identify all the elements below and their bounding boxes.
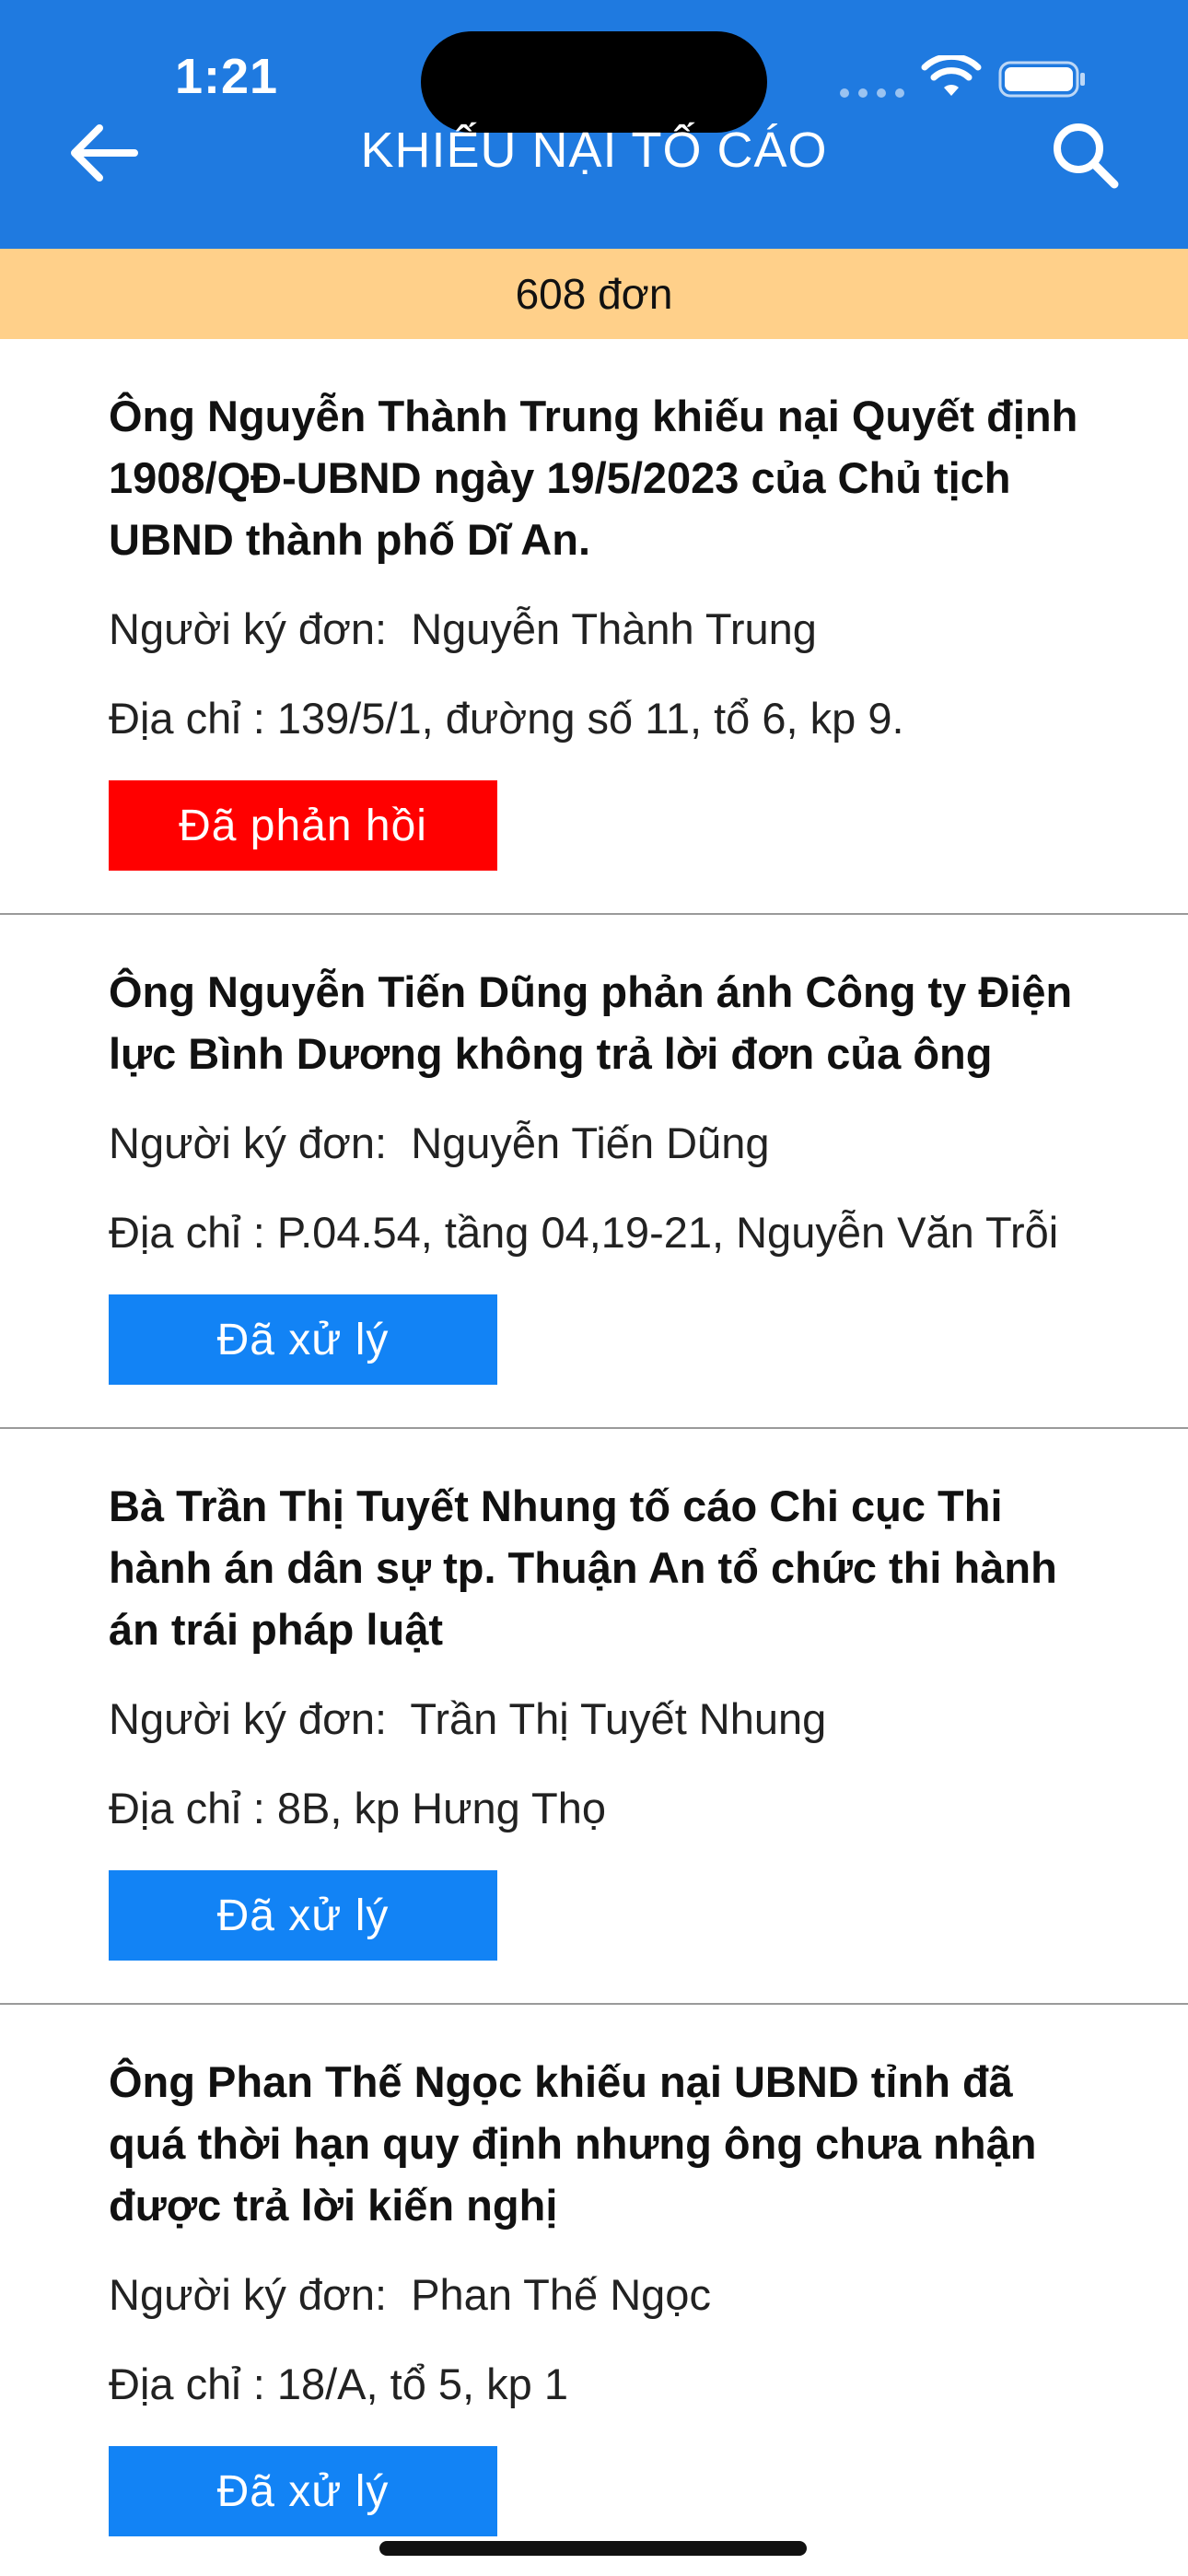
screen: 1:21 KHIẾU NẠI TỐ CÁO 608 đơn Ông Nguyễn… (0, 0, 1188, 2576)
record-count-bar: 608 đơn (0, 249, 1188, 339)
signer-text: Người ký đơn: Nguyễn Thành Trung (109, 604, 817, 653)
complaint-title: Bà Trần Thị Tuyết Nhung tố cáo Chi cục T… (109, 1481, 1057, 1654)
signer-text: Người ký đơn: Trần Thị Tuyết Nhung (109, 1694, 827, 1743)
status-badge-processed[interactable]: Đã xử lý (109, 2446, 497, 2536)
list-item[interactable]: Ông Nguyễn Tiến Dũng phản ánh Công ty Đi… (0, 915, 1188, 1429)
status-badge-processed[interactable]: Đã xử lý (109, 1870, 497, 1961)
complaint-title: Ông Nguyễn Tiến Dũng phản ánh Công ty Đi… (109, 967, 1073, 1078)
address-text: Địa chỉ : 139/5/1, đường số 11, tổ 6, kp… (109, 694, 904, 743)
search-button[interactable] (1041, 111, 1129, 199)
battery-icon (998, 61, 1085, 98)
address-text: Địa chỉ : 18/A, tổ 5, kp 1 (109, 2359, 568, 2408)
complaint-title: Ông Nguyễn Thành Trung khiếu nại Quyết đ… (109, 392, 1078, 564)
dynamic-island (421, 31, 767, 133)
list-item[interactable]: Ông Phan Thế Ngọc khiếu nại UBND tỉnh đã… (0, 2005, 1188, 2576)
signer-text: Người ký đơn: Phan Thế Ngọc (109, 2270, 711, 2319)
complaint-list: Ông Nguyễn Thành Trung khiếu nại Quyết đ… (0, 339, 1188, 2576)
complaint-title: Ông Phan Thế Ngọc khiếu nại UBND tỉnh đã… (109, 2057, 1037, 2230)
list-item[interactable]: Ông Nguyễn Thành Trung khiếu nại Quyết đ… (0, 339, 1188, 915)
list-item[interactable]: Bà Trần Thị Tuyết Nhung tố cáo Chi cục T… (0, 1429, 1188, 2005)
app-header: 1:21 KHIẾU NẠI TỐ CÁO (0, 0, 1188, 249)
search-icon (1054, 123, 1119, 189)
home-indicator (379, 2541, 807, 2556)
status-badge-processed[interactable]: Đã xử lý (109, 1294, 497, 1385)
address-text: Địa chỉ : 8B, kp Hưng Thọ (109, 1784, 607, 1832)
signer-text: Người ký đơn: Nguyễn Tiến Dũng (109, 1118, 770, 1167)
wifi-icon (921, 55, 982, 96)
cellular-signal-icon (840, 88, 904, 98)
address-text: Địa chỉ : P.04.54, tầng 04,19-21, Nguyễn… (109, 1208, 1059, 1257)
status-badge-responded[interactable]: Đã phản hồi (109, 780, 497, 871)
page-title: KHIẾU NẠI TỐ CÁO (360, 123, 828, 178)
status-time: 1:21 (175, 49, 279, 104)
